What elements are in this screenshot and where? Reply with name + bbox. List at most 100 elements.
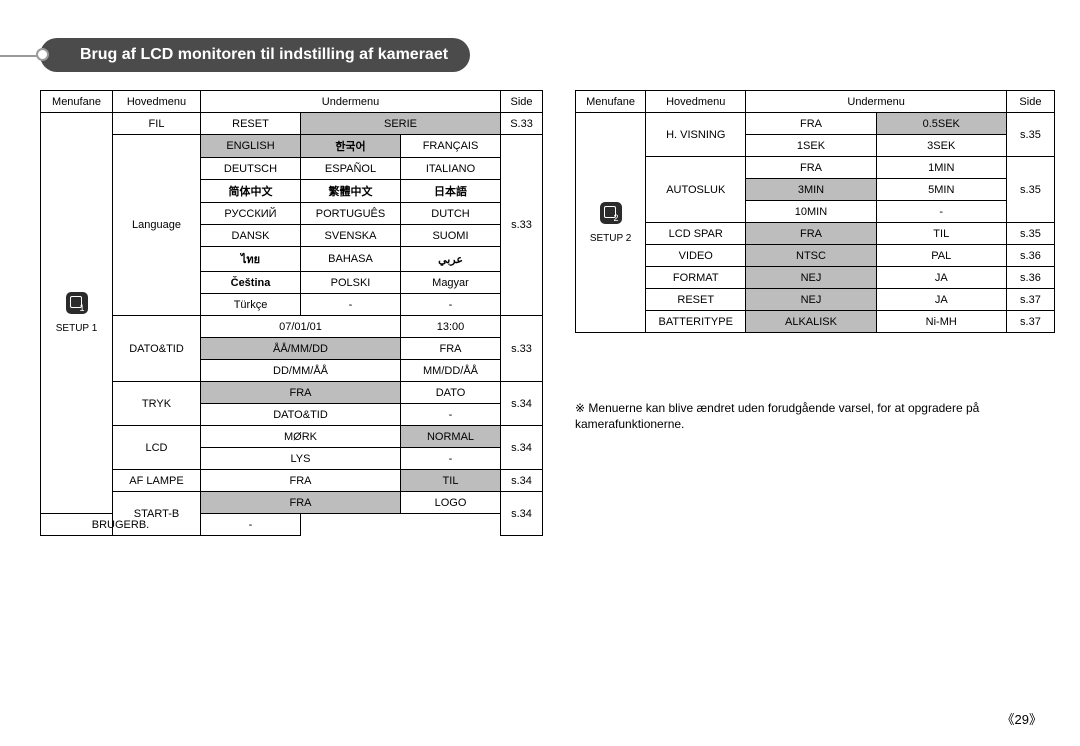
cell: DATO&TID bbox=[201, 404, 401, 426]
cell: ALKALISK bbox=[746, 311, 876, 333]
cell: 日本語 bbox=[401, 180, 501, 203]
cell: FRA bbox=[746, 223, 876, 245]
menufane-cell: 2 SETUP 2 bbox=[576, 113, 646, 333]
cell: FRA bbox=[201, 382, 401, 404]
cell: NTSC bbox=[746, 245, 876, 267]
table-row: LCD MØRK NORMAL s.34 bbox=[41, 426, 543, 448]
cell: 繁體中文 bbox=[301, 180, 401, 203]
cell: 10MIN bbox=[746, 201, 876, 223]
table-row: LCD SPARFRATILs.35 bbox=[576, 223, 1055, 245]
table-header-row: Menufane Hovedmenu Undermenu Side bbox=[576, 91, 1055, 113]
side-cell: s.34 bbox=[501, 382, 543, 426]
hovedmenu-tryk: TRYK bbox=[113, 382, 201, 426]
hovedmenu-datotid: DATO&TID bbox=[113, 316, 201, 382]
footnote: ※ Menuerne kan blive ændret uden forudgå… bbox=[575, 400, 1050, 432]
hovedmenu-reset: RESET bbox=[646, 289, 746, 311]
table-row: BRUGERB.- bbox=[41, 514, 543, 536]
footnote-mark-icon: ※ bbox=[575, 401, 585, 415]
cell: ENGLISH bbox=[201, 135, 301, 158]
cell: Magyar bbox=[401, 272, 501, 294]
cell: PORTUGUÊS bbox=[301, 203, 401, 225]
cell: - bbox=[401, 448, 501, 470]
cell: Ni-MH bbox=[876, 311, 1006, 333]
table-row: BATTERITYPEALKALISKNi-MHs.37 bbox=[576, 311, 1055, 333]
hovedmenu-format: FORMAT bbox=[646, 267, 746, 289]
col-side: Side bbox=[1006, 91, 1054, 113]
cell: SERIE bbox=[301, 113, 501, 135]
cell: LOGO bbox=[401, 492, 501, 514]
cell: SUOMI bbox=[401, 225, 501, 247]
side-cell: s.35 bbox=[1006, 223, 1054, 245]
col-undermenu: Undermenu bbox=[201, 91, 501, 113]
side-cell: s.36 bbox=[1006, 245, 1054, 267]
col-hovedmenu: Hovedmenu bbox=[646, 91, 746, 113]
cell: FRANÇAIS bbox=[401, 135, 501, 158]
cell: 1SEK bbox=[746, 135, 876, 157]
cell: 13:00 bbox=[401, 316, 501, 338]
cell: 0.5SEK bbox=[876, 113, 1006, 135]
cell: TIL bbox=[401, 470, 501, 492]
cell: BAHASA bbox=[301, 247, 401, 272]
cell: JA bbox=[876, 289, 1006, 311]
cell: 1MIN bbox=[876, 157, 1006, 179]
footnote-text: Menuerne kan blive ændret uden forudgåen… bbox=[575, 401, 979, 431]
cell: JA bbox=[876, 267, 1006, 289]
hovedmenu-hvisning: H. VISNING bbox=[646, 113, 746, 157]
hovedmenu-video: VIDEO bbox=[646, 245, 746, 267]
cell: ÅÅ/MM/DD bbox=[201, 338, 401, 360]
cell: 3MIN bbox=[746, 179, 876, 201]
cell: عربي bbox=[401, 247, 501, 272]
cell: RESET bbox=[201, 113, 301, 135]
side-cell: s.36 bbox=[1006, 267, 1054, 289]
cell: 3SEK bbox=[876, 135, 1006, 157]
side-cell: s.34 bbox=[501, 492, 543, 536]
table-row: RESETNEJJAs.37 bbox=[576, 289, 1055, 311]
table-row: 2 SETUP 2 H. VISNING FRA 0.5SEK s.35 bbox=[576, 113, 1055, 135]
cell: LYS bbox=[201, 448, 401, 470]
cell: FRA bbox=[201, 470, 401, 492]
cell: NEJ bbox=[746, 289, 876, 311]
cell: POLSKI bbox=[301, 272, 401, 294]
table-row: AUTOSLUK FRA 1MIN s.35 bbox=[576, 157, 1055, 179]
cell: FRA bbox=[746, 113, 876, 135]
setup2-label: SETUP 2 bbox=[580, 233, 641, 244]
side-cell: s.35 bbox=[1006, 113, 1054, 157]
col-menufane: Menufane bbox=[41, 91, 113, 113]
cell: ITALIANO bbox=[401, 158, 501, 180]
cell: 07/01/01 bbox=[201, 316, 401, 338]
side-cell: s.37 bbox=[1006, 311, 1054, 333]
menu-table-setup1: Menufane Hovedmenu Undermenu Side 1 SETU… bbox=[40, 90, 540, 536]
table-row: AF LAMPE FRA TIL s.34 bbox=[41, 470, 543, 492]
banner-connector-line bbox=[0, 55, 40, 57]
setup2-icon: 2 bbox=[600, 202, 622, 224]
table-row: Language ENGLISH 한국어 FRANÇAIS s.33 bbox=[41, 135, 543, 158]
cell: MØRK bbox=[201, 426, 401, 448]
table-row: START-B FRA LOGO s.34 bbox=[41, 492, 543, 514]
menu-table-setup2: Menufane Hovedmenu Undermenu Side 2 SETU… bbox=[575, 90, 1055, 333]
side-cell: s.35 bbox=[1006, 157, 1054, 223]
cell: DD/MM/ÅÅ bbox=[201, 360, 401, 382]
banner-dot-icon bbox=[36, 48, 49, 61]
cell: TIL bbox=[876, 223, 1006, 245]
col-undermenu: Undermenu bbox=[746, 91, 1007, 113]
cell: ESPAÑOL bbox=[301, 158, 401, 180]
menufane-cell: 1 SETUP 1 bbox=[41, 113, 113, 514]
cell: Čeština bbox=[201, 272, 301, 294]
hovedmenu-aflampe: AF LAMPE bbox=[113, 470, 201, 492]
cell: NEJ bbox=[746, 267, 876, 289]
cell: FRA bbox=[201, 492, 401, 514]
cell: 한국어 bbox=[301, 135, 401, 158]
cell: DATO bbox=[401, 382, 501, 404]
cell: - bbox=[301, 294, 401, 316]
cell: РУССКИЙ bbox=[201, 203, 301, 225]
side-cell: s.34 bbox=[501, 426, 543, 470]
cell: DEUTSCH bbox=[201, 158, 301, 180]
cell: PAL bbox=[876, 245, 1006, 267]
cell: ไทย bbox=[201, 247, 301, 272]
page-title: Brug af LCD monitoren til indstilling af… bbox=[40, 38, 470, 72]
cell: NORMAL bbox=[401, 426, 501, 448]
hovedmenu-fil: FIL bbox=[113, 113, 201, 135]
col-hovedmenu: Hovedmenu bbox=[113, 91, 201, 113]
cell: DUTCH bbox=[401, 203, 501, 225]
cell: - bbox=[876, 201, 1006, 223]
